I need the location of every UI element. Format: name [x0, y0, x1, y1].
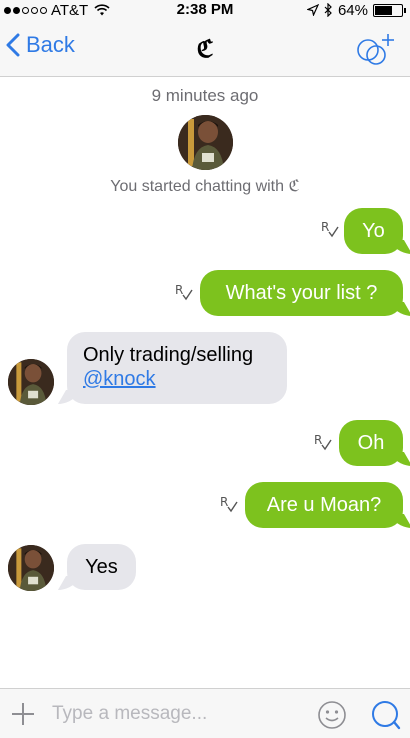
message-input-bar: [0, 688, 410, 738]
person-photo-icon: [8, 545, 54, 591]
message-text: Yo: [362, 220, 385, 242]
sender-avatar[interactable]: [8, 545, 54, 591]
status-right: 64%: [306, 0, 406, 20]
conversation-title: ℭ: [196, 34, 214, 63]
contact-avatar[interactable]: [178, 115, 233, 170]
add-people-icon[interactable]: [354, 30, 398, 66]
read-receipt-icon: R: [175, 283, 193, 301]
message-text: What's your list ?: [225, 282, 378, 304]
message-bubble-outgoing[interactable]: Yo: [344, 208, 403, 254]
svg-text:R: R: [175, 283, 183, 297]
read-receipt-icon: R: [321, 220, 339, 238]
navigation-bar: Back ℭ: [0, 20, 410, 77]
message-bubble-incoming[interactable]: Only trading/selling @knock: [67, 332, 287, 404]
message-text: Only trading/selling: [83, 344, 254, 366]
message-bubble-outgoing[interactable]: What's your list ?: [200, 270, 403, 316]
send-icon[interactable]: [370, 699, 402, 731]
svg-text:R: R: [220, 495, 228, 509]
message-bubble-outgoing[interactable]: Are u Moan?: [245, 482, 403, 528]
message-text: Oh: [357, 432, 385, 454]
location-arrow-icon: [306, 4, 319, 16]
status-bar: AT&T 2:38 PM 64%: [0, 0, 410, 20]
emoji-icon[interactable]: [317, 700, 347, 730]
bluetooth-icon: [324, 3, 332, 17]
person-photo-icon: [178, 115, 233, 170]
conversation-timestamp: 9 minutes ago: [151, 86, 259, 105]
read-receipt-icon: R: [220, 495, 238, 513]
battery-icon: [373, 3, 406, 17]
svg-text:R: R: [321, 220, 329, 234]
message-text: Are u Moan?: [266, 494, 382, 516]
message-bubble-incoming[interactable]: Yes: [67, 544, 136, 590]
mention-link[interactable]: @knock: [83, 367, 271, 391]
message-bubble-outgoing[interactable]: Oh: [339, 420, 403, 466]
battery-percent: 64%: [337, 1, 368, 19]
read-receipt-icon: R: [314, 433, 332, 451]
message-input[interactable]: [52, 699, 302, 729]
chat-started-notice: You started chatting with ℭ: [110, 178, 300, 195]
person-photo-icon: [8, 359, 54, 405]
svg-text:R: R: [314, 433, 322, 447]
sender-avatar[interactable]: [8, 359, 54, 405]
plus-icon[interactable]: [10, 701, 36, 727]
message-text: Yes: [85, 556, 118, 578]
